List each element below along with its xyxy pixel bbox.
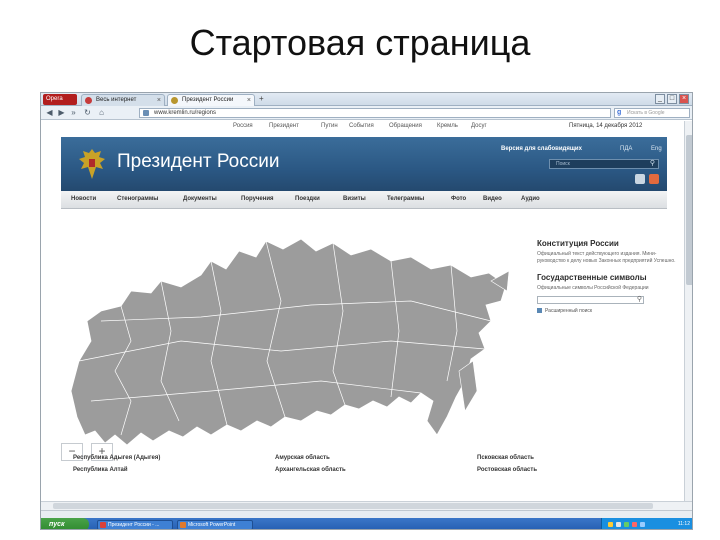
tray-icon[interactable]	[608, 522, 613, 527]
pda-link[interactable]: ПДА	[620, 146, 632, 152]
opera-menu-button[interactable]: Opera	[43, 94, 77, 105]
opera-icon	[100, 522, 106, 528]
top-link[interactable]: Обращения	[389, 123, 422, 129]
region-link[interactable]: Республика Адыгея (Адыгея)	[73, 455, 160, 461]
windows-taskbar: пуск Президент России - ... Microsoft Po…	[41, 518, 692, 529]
address-text: www.kremlin.ru/regions	[154, 110, 217, 116]
forward-icon[interactable]: ▶	[57, 108, 66, 117]
nav-item-transcripts[interactable]: Стенограммы	[117, 196, 158, 202]
page-icon	[85, 97, 92, 104]
new-tab-button[interactable]: +	[259, 94, 264, 103]
rss-icon[interactable]	[649, 174, 659, 184]
nav-item-audio[interactable]: Аудио	[521, 196, 540, 202]
tab-president[interactable]: Президент России ×	[167, 94, 255, 106]
region-link[interactable]: Псковская область	[477, 455, 534, 461]
tray-icon[interactable]	[616, 522, 621, 527]
address-toolbar: ◀ ▶ » ↻ ⌂ www.kremlin.ru/regions g Искат…	[41, 106, 692, 120]
slide-title: Стартовая страница	[189, 22, 531, 63]
accessibility-link[interactable]: Версия для слабовидящих	[501, 146, 582, 152]
home-icon[interactable]: ⌂	[97, 108, 106, 117]
task-label: Президент России - ...	[108, 522, 160, 528]
close-icon[interactable]: ×	[157, 95, 161, 106]
constitution-heading[interactable]: Конституция России	[537, 239, 682, 248]
browser-screenshot: Opera Весь интернет × Президент России ×…	[40, 92, 693, 530]
nav-item-video[interactable]: Видео	[483, 196, 502, 202]
site-search-input[interactable]: Поиск ⚲	[549, 159, 659, 169]
eagle-icon	[171, 97, 178, 104]
taskbar-item-browser[interactable]: Президент России - ...	[97, 520, 173, 529]
web-page: Россия Президент Путин События Обращения…	[41, 121, 684, 501]
region-link[interactable]: Амурская область	[275, 455, 330, 461]
nav-item-instructions[interactable]: Поручения	[241, 196, 274, 202]
constitution-text: Официальный текст действующего издания. …	[537, 251, 676, 264]
nav-item-trips[interactable]: Поездки	[295, 196, 320, 202]
nav-item-telegrams[interactable]: Телеграммы	[387, 196, 424, 202]
site-header: Президент России Версия для слабовидящих…	[61, 137, 667, 191]
horizontal-scrollbar[interactable]	[41, 501, 692, 510]
status-bar	[41, 510, 692, 518]
eagle-icon[interactable]	[77, 147, 107, 181]
advanced-search-label: Расширенный поиск	[545, 308, 593, 314]
region-link[interactable]: Республика Алтай	[73, 467, 128, 473]
nav-item-visits[interactable]: Визиты	[343, 196, 366, 202]
close-icon[interactable]: ×	[247, 95, 251, 106]
site-icon	[143, 110, 149, 116]
site-title[interactable]: Президент России	[117, 151, 279, 173]
sidebar: Конституция России Официальный текст дей…	[537, 239, 682, 314]
bullet-icon	[537, 308, 542, 313]
system-tray: 11:12	[601, 518, 692, 529]
tray-icon[interactable]	[640, 522, 645, 527]
top-link[interactable]: Президент	[269, 123, 299, 129]
tab-label: Весь интернет	[96, 97, 137, 103]
tab-label: Президент России	[182, 97, 234, 103]
reload-icon[interactable]: ↻	[83, 108, 92, 117]
close-window-button[interactable]: ×	[679, 94, 689, 104]
browser-search-input[interactable]: g Искать в Google	[614, 108, 690, 118]
top-link[interactable]: Россия	[233, 123, 253, 129]
search-icon[interactable]: ⚲	[637, 295, 642, 303]
minimize-button[interactable]: _	[655, 94, 665, 104]
top-link[interactable]: События	[349, 123, 374, 129]
nav-item-news[interactable]: Новости	[71, 196, 96, 202]
vertical-scrollbar[interactable]	[684, 121, 692, 501]
clock: 11:12	[677, 521, 690, 527]
region-link[interactable]: Архангельская область	[275, 467, 346, 473]
nav-item-documents[interactable]: Документы	[183, 196, 217, 202]
tray-icon[interactable]	[624, 522, 629, 527]
share-icon[interactable]	[635, 174, 645, 184]
top-link[interactable]: Кремль	[437, 123, 458, 129]
tab-all-internet[interactable]: Весь интернет ×	[81, 94, 165, 106]
top-link[interactable]: Досуг	[471, 123, 487, 129]
top-link[interactable]: Путин	[321, 123, 338, 129]
advanced-search-link[interactable]: Расширенный поиск	[537, 308, 682, 314]
english-link[interactable]: Eng	[651, 146, 662, 152]
site-search-placeholder: Поиск	[556, 161, 570, 167]
russia-regions-map[interactable]	[61, 221, 511, 451]
region-link[interactable]: Ростовская область	[477, 467, 537, 473]
taskbar-item-powerpoint[interactable]: Microsoft PowerPoint	[177, 520, 253, 529]
main-nav: Новости Стенограммы Документы Поручения …	[61, 191, 667, 209]
symbols-heading[interactable]: Государственные символы	[537, 273, 682, 282]
symbols-text: Официальные символы Российской Федерации	[537, 285, 649, 291]
address-field[interactable]: www.kremlin.ru/regions	[139, 108, 611, 118]
maximize-button[interactable]: □	[667, 94, 677, 104]
fast-forward-icon[interactable]: »	[69, 108, 78, 117]
task-label: Microsoft PowerPoint	[188, 522, 236, 528]
browser-search-placeholder: Искать в Google	[627, 110, 665, 116]
start-button[interactable]: пуск	[41, 518, 89, 529]
nav-item-photo[interactable]: Фото	[451, 196, 466, 202]
powerpoint-icon	[180, 522, 186, 528]
google-icon: g	[617, 109, 622, 116]
tray-icon[interactable]	[632, 522, 637, 527]
current-date: Пятница, 14 декабря 2012	[569, 123, 643, 129]
region-search-input[interactable]: ⚲	[537, 296, 644, 304]
tab-strip: Opera Весь интернет × Президент России ×…	[41, 93, 692, 106]
scroll-thumb[interactable]	[686, 135, 692, 285]
top-links: Россия Президент Путин События Обращения…	[41, 121, 684, 133]
back-icon[interactable]: ◀	[45, 108, 54, 117]
search-icon[interactable]: ⚲	[650, 160, 655, 168]
scroll-thumb[interactable]	[53, 503, 653, 509]
